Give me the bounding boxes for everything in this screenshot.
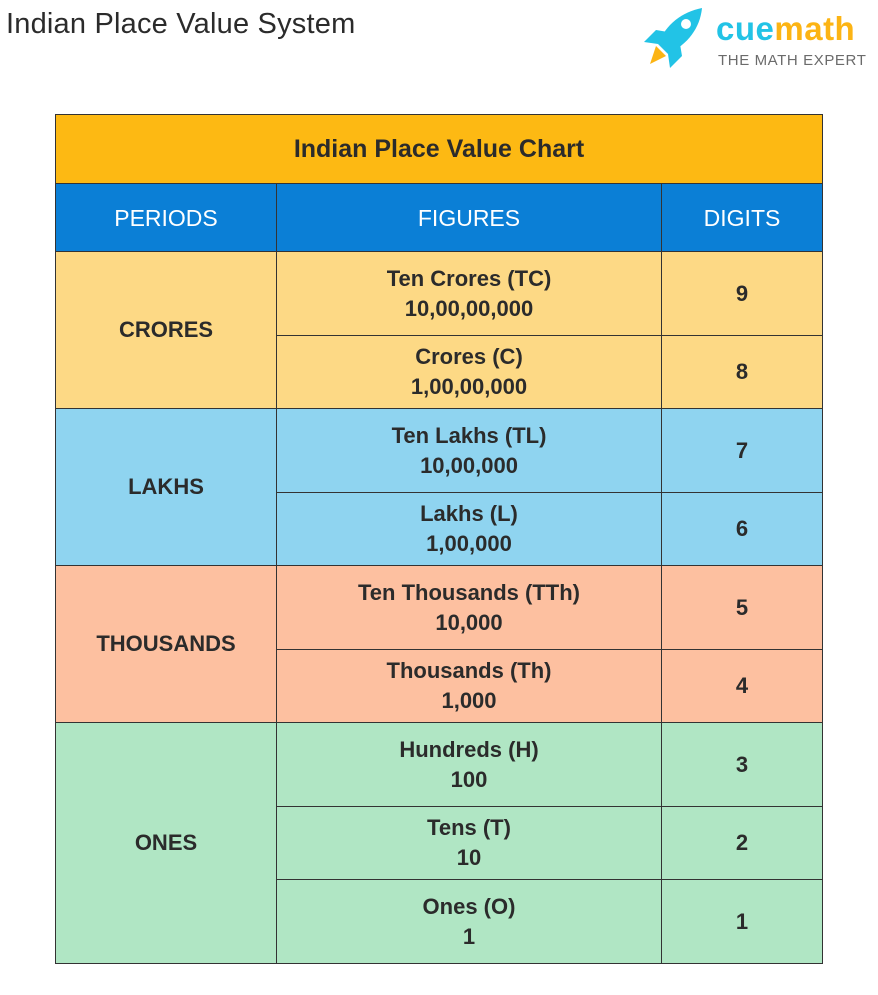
period-ones: ONES: [55, 722, 277, 964]
figure-value: 1,000: [441, 688, 497, 713]
digit-cell: 3: [660, 722, 824, 807]
figure-value: 1,00,000: [426, 531, 512, 556]
table-row: ONES Hundreds (H) 100 3: [55, 722, 824, 964]
digit-cell: 2: [660, 806, 824, 880]
figure-cell: Hundreds (H) 100: [276, 722, 662, 807]
figure-name: Lakhs (L): [420, 501, 518, 526]
table-title: Indian Place Value Chart: [54, 114, 824, 184]
figure-name: Ten Crores (TC): [386, 265, 552, 291]
figure-name: Ten Lakhs (TL): [391, 422, 547, 448]
figure-name: Ones (O): [422, 893, 516, 919]
period-lakhs: LAKHS: [55, 408, 277, 566]
digit-cell: 8: [660, 335, 824, 409]
digit-cell: 4: [660, 649, 824, 723]
figure-value: 10,00,00,000: [404, 295, 534, 321]
table-row: THOUSANDS Ten Thousands (TTh) 10,000 5: [55, 565, 824, 723]
figure-name: Thousands (Th): [386, 658, 552, 683]
digit-cell: 1: [660, 879, 824, 964]
period-thousands: THOUSANDS: [55, 565, 277, 723]
figure-cell: Lakhs (L) 1,00,000: [276, 492, 662, 566]
digit-cell: 5: [660, 565, 824, 650]
table-row: LAKHS Ten Lakhs (TL) 10,00,000 7: [55, 408, 824, 566]
figure-value: 10: [456, 845, 482, 870]
brand-name: cuemath: [716, 10, 855, 48]
header-figures: FIGURES: [276, 183, 662, 252]
figure-value: 1: [462, 923, 476, 949]
period-crores: CRORES: [55, 251, 277, 409]
figure-name: Hundreds (H): [399, 736, 539, 762]
brand-math: math: [774, 10, 856, 47]
header-periods: PERIODS: [55, 183, 277, 252]
digit-cell: 6: [660, 492, 824, 566]
figure-cell: Ones (O) 1: [276, 879, 662, 964]
figure-cell: Thousands (Th) 1,000: [276, 649, 662, 723]
figure-value: 10,000: [435, 609, 503, 635]
page-title: Indian Place Value System: [6, 8, 356, 40]
digit-cell: 9: [660, 251, 824, 336]
figure-name: Crores (C): [415, 344, 523, 369]
figure-cell: Ten Crores (TC) 10,00,00,000: [276, 251, 662, 336]
digit-cell: 7: [660, 408, 824, 493]
place-value-table: Indian Place Value Chart PERIODS FIGURES…: [54, 114, 824, 964]
figure-value: 100: [450, 766, 488, 792]
figure-cell: Ten Thousands (TTh) 10,000: [276, 565, 662, 650]
figure-value: 1,00,00,000: [410, 374, 528, 399]
figure-cell: Ten Lakhs (TL) 10,00,000: [276, 408, 662, 493]
figure-name: Ten Thousands (TTh): [357, 579, 580, 605]
table-title-row: Indian Place Value Chart: [54, 114, 824, 184]
table-row: CRORES Ten Crores (TC) 10,00,00,000 9: [55, 251, 824, 409]
brand-tagline: THE MATH EXPERT: [718, 52, 867, 69]
cuemath-logo: cuemath THE MATH EXPERT: [636, 4, 876, 74]
brand-cue: cue: [716, 10, 775, 47]
figure-cell: Crores (C) 1,00,00,000: [276, 335, 662, 409]
header-digits: DIGITS: [660, 183, 824, 252]
figure-cell: Tens (T) 10: [276, 806, 662, 880]
figure-value: 10,00,000: [420, 452, 518, 478]
table-header-row: PERIODS FIGURES DIGITS: [55, 183, 824, 252]
rocket-icon: [644, 8, 702, 68]
figure-name: Tens (T): [427, 815, 511, 840]
